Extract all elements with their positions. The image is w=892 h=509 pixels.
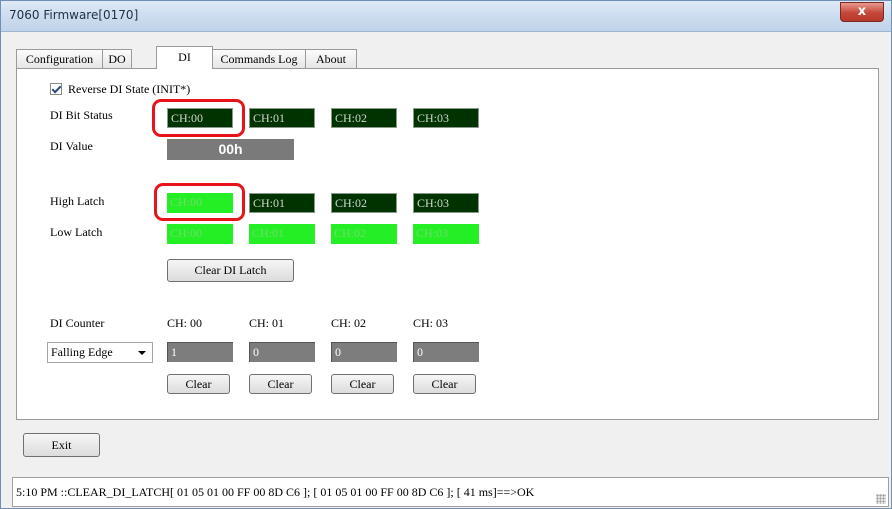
tab-about[interactable]: About <box>305 49 357 68</box>
exit-button[interactable]: Exit <box>23 433 100 457</box>
counter-ch02-label: CH: 02 <box>331 316 367 330</box>
counter-ch03-value: 0 <box>413 342 479 362</box>
counter-ch03-label: CH: 03 <box>413 316 449 330</box>
di-bit-status-ch03: CH:03 <box>413 108 479 128</box>
tab-di[interactable]: DI <box>156 46 213 69</box>
di-bit-status-ch02: CH:02 <box>331 108 397 128</box>
close-button[interactable]: x <box>840 2 884 22</box>
highlight-high-latch-ch00 <box>154 183 245 221</box>
status-bar: 5:10 PM ::CLEAR_DI_LATCH[ 01 05 01 00 FF… <box>12 477 889 507</box>
chevron-down-icon <box>138 351 146 355</box>
di-counter-label: DI Counter <box>50 316 105 330</box>
clear-counter-ch03-button[interactable]: Clear <box>413 374 476 394</box>
high-latch-ch03: CH:03 <box>413 193 479 213</box>
low-latch-ch02: CH:02 <box>331 224 397 244</box>
di-value-display: 00h <box>167 139 294 160</box>
counter-ch02-value: 0 <box>331 342 397 362</box>
highlight-bit-status-ch00 <box>152 99 245 137</box>
low-latch-ch01: CH:01 <box>249 224 315 244</box>
title-bar[interactable]: 7060 Firmware[0170] x <box>1 1 891 32</box>
clear-counter-ch00-button[interactable]: Clear <box>167 374 230 394</box>
window-title: 7060 Firmware[0170] <box>9 8 139 22</box>
reverse-di-state-label: Reverse DI State (INIT*) <box>68 82 191 96</box>
high-latch-label: High Latch <box>50 194 105 208</box>
counter-ch00-value: 1 <box>167 342 233 362</box>
low-latch-ch00: CH:00 <box>167 224 233 244</box>
low-latch-ch03: CH:03 <box>413 224 479 244</box>
di-bit-status-label: DI Bit Status <box>50 108 113 122</box>
clear-counter-ch02-button[interactable]: Clear <box>331 374 394 394</box>
di-bit-status-ch01: CH:01 <box>249 108 315 128</box>
low-latch-label: Low Latch <box>50 225 103 239</box>
clear-counter-ch01-button[interactable]: Clear <box>249 374 312 394</box>
status-message: 5:10 PM ::CLEAR_DI_LATCH[ 01 05 01 00 FF… <box>16 485 535 499</box>
tab-configuration[interactable]: Configuration <box>16 49 103 68</box>
counter-ch00-label: CH: 00 <box>167 316 203 330</box>
reverse-di-state-checkbox[interactable] <box>50 83 62 95</box>
high-latch-ch02: CH:02 <box>331 193 397 213</box>
di-value-label: DI Value <box>50 139 93 153</box>
edge-mode-value: Falling Edge <box>51 345 113 359</box>
counter-ch01-label: CH: 01 <box>249 316 285 330</box>
resize-grip-icon[interactable] <box>876 494 886 504</box>
tab-commands-log[interactable]: Commands Log <box>212 49 306 68</box>
counter-ch01-value: 0 <box>249 342 315 362</box>
high-latch-ch01: CH:01 <box>249 193 315 213</box>
app-window: 7060 Firmware[0170] x Configuration DO D… <box>0 0 892 509</box>
tab-do[interactable]: DO <box>102 49 132 68</box>
edge-mode-select[interactable]: Falling Edge <box>47 342 153 363</box>
clear-di-latch-button[interactable]: Clear DI Latch <box>167 259 294 282</box>
